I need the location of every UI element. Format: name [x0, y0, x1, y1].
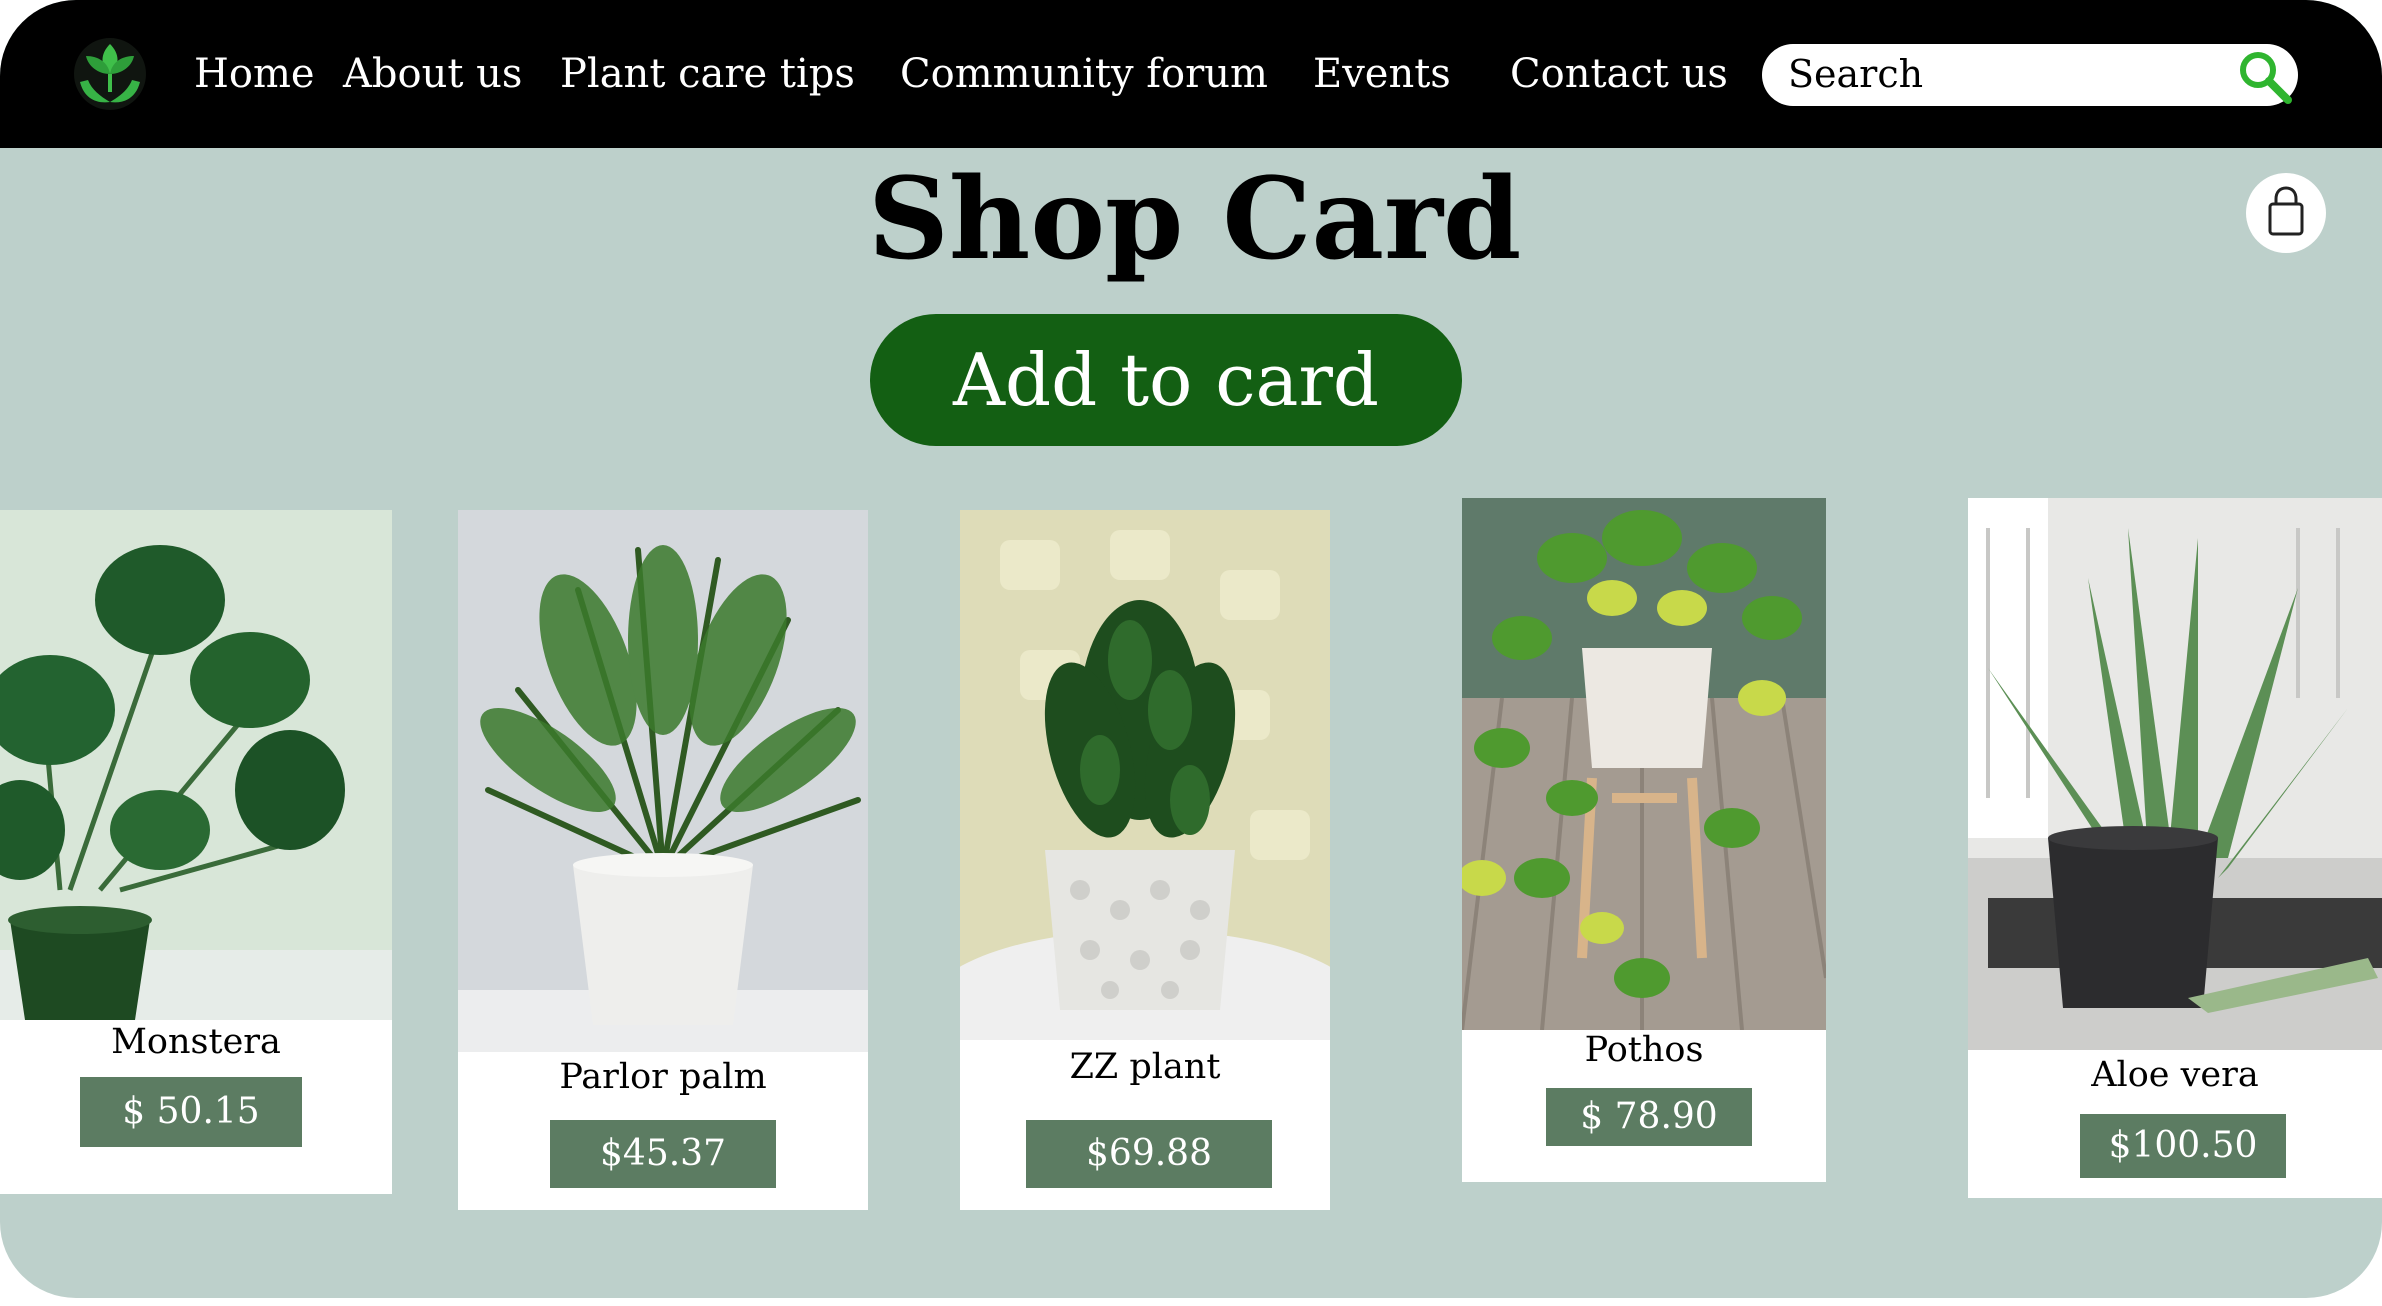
- nav-home-link[interactable]: Home: [194, 46, 315, 102]
- cart-button[interactable]: [2246, 173, 2326, 253]
- product-card-aloe-vera[interactable]: Aloe vera $100.50: [1968, 498, 2382, 1198]
- product-name: Parlor palm: [559, 1057, 767, 1097]
- shopping-bag-icon: [2246, 186, 2326, 257]
- nav-about-us-link[interactable]: About us: [343, 46, 522, 102]
- product-card-parlor-palm[interactable]: Parlor palm $45.37: [458, 510, 868, 1210]
- zz-plant-image: [925, 510, 1365, 1090]
- page-frame: Home About us Plant care tips Community …: [0, 0, 2382, 1298]
- product-card-zz-plant[interactable]: ZZ plant $69.88: [925, 510, 1365, 1210]
- nav-plant-care-tips-link[interactable]: Plant care tips: [560, 46, 855, 102]
- monstera-image: [0, 510, 392, 1020]
- nav-community-forum-link[interactable]: Community forum: [900, 46, 1268, 102]
- search-box: [1762, 44, 2298, 106]
- price-button[interactable]: $ 78.90: [1546, 1088, 1752, 1146]
- pothos-image: [1458, 498, 1828, 1031]
- aloe-vera-image: [1968, 498, 2382, 1050]
- top-navbar: Home About us Plant care tips Community …: [0, 0, 2382, 148]
- product-name: Monstera: [111, 1022, 281, 1062]
- plant-logo-icon[interactable]: [70, 30, 150, 114]
- product-name: Aloe vera: [2091, 1055, 2259, 1095]
- product-name: ZZ plant: [1069, 1047, 1221, 1087]
- price-button[interactable]: $ 50.15: [80, 1077, 302, 1147]
- price-button[interactable]: $100.50: [2080, 1114, 2286, 1178]
- search-icon[interactable]: [2236, 48, 2294, 106]
- product-name: Pothos: [1584, 1030, 1704, 1070]
- price-button[interactable]: $45.37: [550, 1120, 776, 1188]
- price-button[interactable]: $69.88: [1026, 1120, 1272, 1188]
- nav-contact-us-link[interactable]: Contact us: [1510, 46, 1728, 102]
- search-input[interactable]: [1788, 48, 2218, 100]
- page-title: Shop Card: [868, 154, 1522, 285]
- product-card-pothos[interactable]: Pothos $ 78.90: [1458, 498, 1828, 1182]
- parlor-palm-image: [458, 510, 868, 1052]
- add-to-card-button[interactable]: Add to card: [870, 314, 1462, 446]
- nav-events-link[interactable]: Events: [1313, 46, 1451, 102]
- product-card-monstera[interactable]: Monstera $ 50.15: [0, 510, 392, 1194]
